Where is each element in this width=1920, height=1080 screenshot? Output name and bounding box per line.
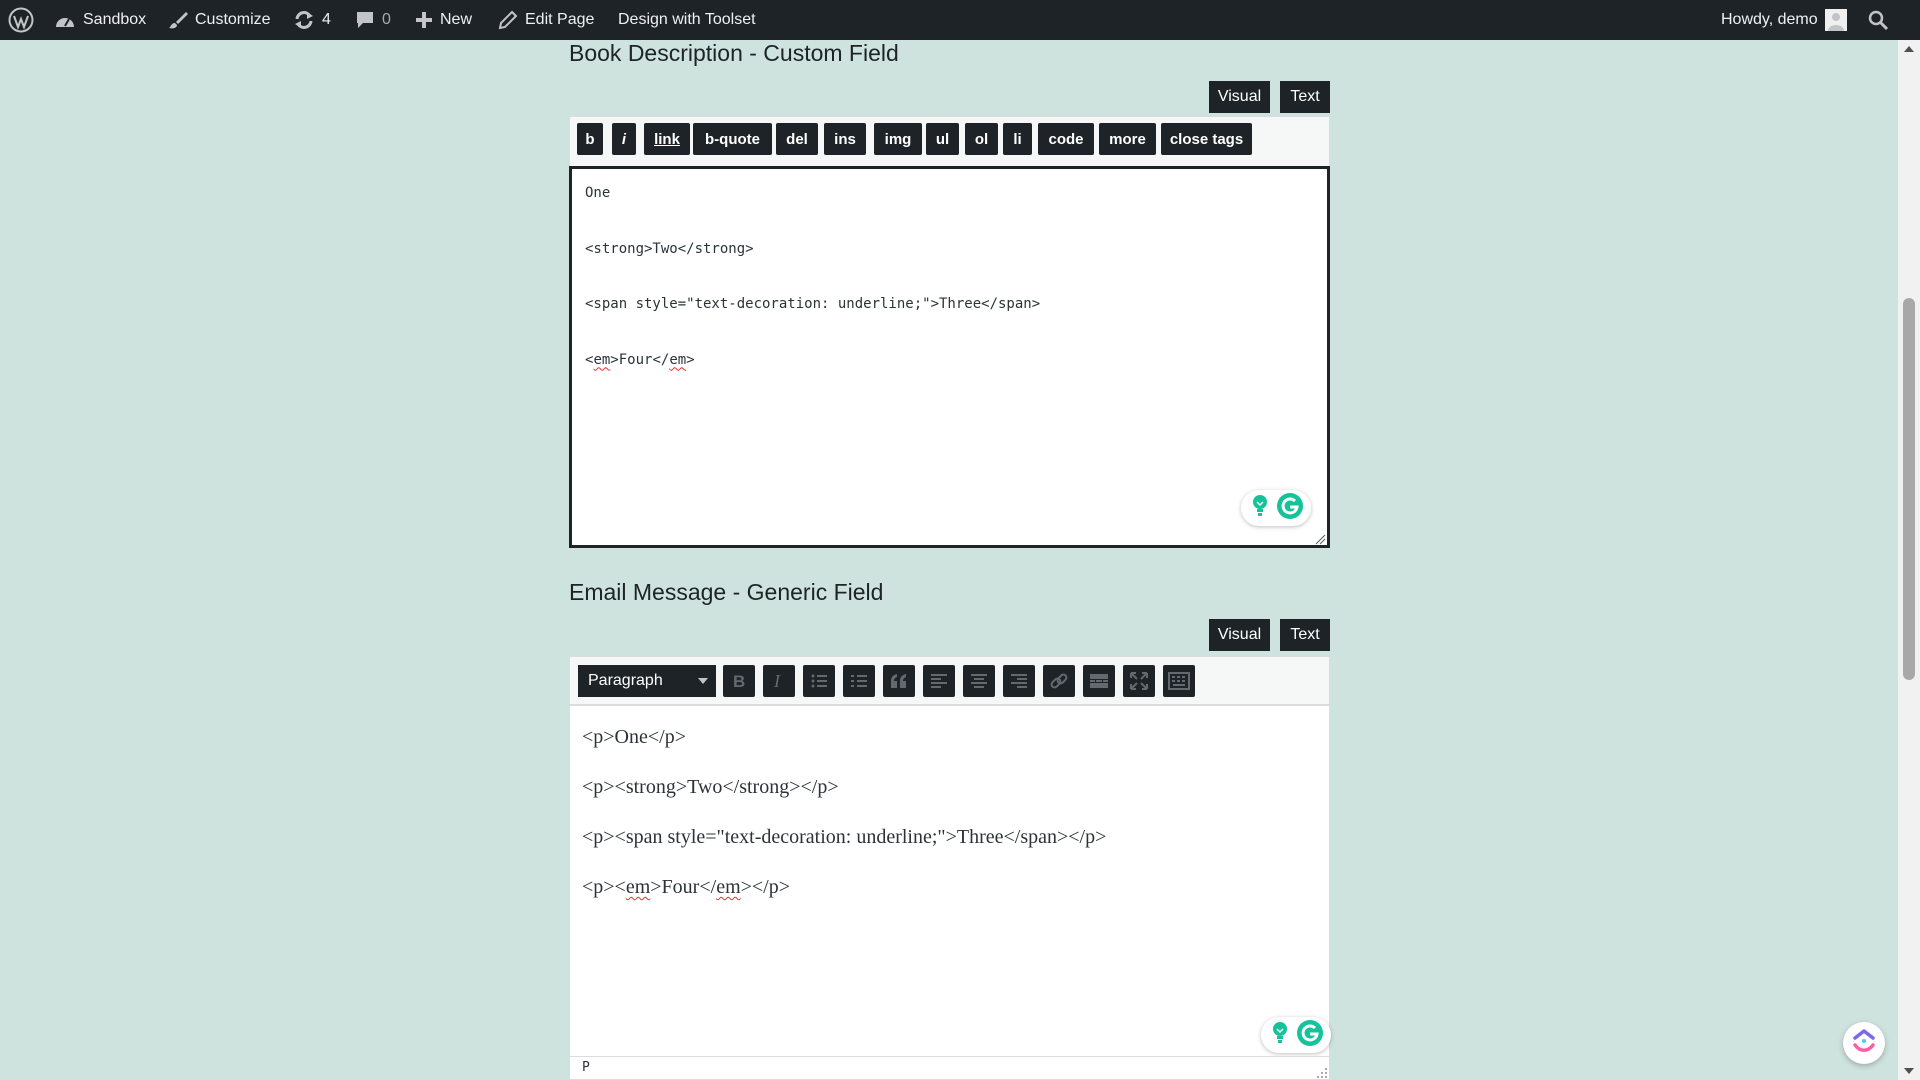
email-line-1: <p>One</p>: [582, 726, 686, 748]
pencil-icon: [498, 10, 518, 30]
bulleted-list-icon[interactable]: [803, 665, 835, 697]
qt-ol-button[interactable]: ol: [965, 123, 998, 155]
plus-icon: [415, 11, 433, 29]
email-line-2: <p><strong>Two</strong></p>: [582, 776, 839, 798]
grammarly-widget[interactable]: [1261, 1017, 1331, 1053]
dashboard-icon: [54, 11, 76, 29]
email-message-editor[interactable]: <p>One</p> <p><strong>Two</strong></p> <…: [569, 706, 1330, 1056]
quicktags-toolbar: b i link b-quote del ins img ul ol li co…: [569, 116, 1330, 166]
spelling-error: em: [625, 876, 651, 898]
toolset-label: Design with Toolset: [618, 11, 756, 28]
updates-icon: [293, 10, 315, 30]
book-line-2: <strong>Two</strong>: [585, 240, 754, 257]
wordpress-logo-icon[interactable]: [8, 0, 34, 40]
grammarly-icon: [1276, 492, 1304, 525]
italic-icon[interactable]: I: [763, 665, 795, 697]
scroll-up-arrow-icon[interactable]: [1904, 46, 1914, 52]
my-account-menu[interactable]: Howdy, demo: [1721, 0, 1847, 40]
toolbar-toggle-icon[interactable]: [1163, 665, 1195, 697]
book-line-3: <span style="text-decoration: underline;…: [585, 296, 1041, 312]
format-select-value: Paragraph: [588, 672, 663, 689]
book-line-4: <em>Four</em>: [585, 351, 695, 368]
textarea-resize-handle[interactable]: [1314, 532, 1326, 545]
svg-text:I: I: [773, 672, 781, 690]
chevron-down-icon: [698, 678, 708, 684]
admin-bar: Sandbox Customize 4 0 New Edit Page Desi…: [0, 0, 1920, 40]
svg-text:B: B: [733, 672, 745, 690]
avatar: [1824, 9, 1847, 31]
new-label: New: [440, 11, 473, 28]
lightbulb-icon: [1249, 493, 1271, 524]
email-line-4: <p><em>Four</em></p>: [582, 876, 791, 898]
book-line-1: One: [585, 185, 611, 201]
edit-page-label: Edit Page: [525, 11, 595, 28]
search-icon[interactable]: [1867, 0, 1889, 40]
new-content-menu[interactable]: New: [415, 0, 472, 40]
qt-close-tags-button[interactable]: close tags: [1161, 123, 1252, 155]
site-name-label: Sandbox: [83, 11, 147, 28]
greeting-label: Howdy, demo: [1721, 11, 1818, 28]
grammarly-widget[interactable]: [1241, 490, 1311, 526]
toolset-link[interactable]: Design with Toolset: [618, 0, 756, 40]
comments-count: 0: [382, 11, 391, 28]
grammarly-icon: [1296, 1019, 1324, 1052]
page-scrollbar[interactable]: [1898, 40, 1920, 1080]
email-message-heading: Email Message - Generic Field: [569, 579, 884, 605]
qt-bold-button[interactable]: b: [577, 123, 603, 155]
numbered-list-icon[interactable]: [843, 665, 875, 697]
qt-more-button[interactable]: more: [1099, 123, 1156, 155]
book-description-heading: Book Description - Custom Field: [569, 40, 899, 66]
scroll-down-arrow-icon[interactable]: [1904, 1068, 1914, 1074]
editor-resize-handle[interactable]: [1316, 1066, 1328, 1078]
comment-icon: [355, 10, 375, 30]
spelling-error: em: [716, 876, 741, 898]
qt-img-button[interactable]: img: [874, 123, 922, 155]
clickup-logo-icon: [1851, 1028, 1877, 1059]
comments-link[interactable]: 0: [355, 0, 391, 40]
fullscreen-icon[interactable]: [1123, 665, 1155, 697]
customize-label: Customize: [195, 11, 271, 28]
blockquote-icon[interactable]: [883, 665, 915, 697]
book-visual-tab[interactable]: Visual: [1209, 81, 1270, 113]
scrollbar-thumb[interactable]: [1903, 298, 1915, 680]
qt-blockquote-button[interactable]: b-quote: [693, 123, 772, 155]
clickup-launcher-button[interactable]: [1843, 1022, 1885, 1064]
updates-link[interactable]: 4: [293, 0, 331, 40]
qt-ul-button[interactable]: ul: [926, 123, 959, 155]
editor-status-bar: P: [569, 1056, 1330, 1080]
bold-icon[interactable]: B: [723, 665, 755, 697]
customize-link[interactable]: Customize: [168, 0, 271, 40]
visual-editor-toolbar: Paragraph B I: [569, 656, 1330, 706]
format-select[interactable]: Paragraph: [578, 665, 716, 697]
updates-count: 4: [322, 11, 331, 28]
lightbulb-icon: [1269, 1020, 1291, 1051]
edit-page-link[interactable]: Edit Page: [498, 0, 594, 40]
book-text-tab[interactable]: Text: [1280, 81, 1330, 113]
spelling-error: em: [593, 351, 611, 368]
qt-li-button[interactable]: li: [1003, 123, 1032, 155]
email-line-3: <p><span style="text-decoration: underli…: [582, 826, 1107, 848]
qt-code-button[interactable]: code: [1038, 123, 1094, 155]
link-icon[interactable]: [1043, 665, 1075, 697]
qt-link-button[interactable]: link: [644, 123, 690, 155]
qt-italic-button[interactable]: i: [612, 123, 636, 155]
align-right-icon[interactable]: [1003, 665, 1035, 697]
book-description-textarea[interactable]: One <strong>Two</strong> <span style="te…: [569, 166, 1330, 548]
qt-del-button[interactable]: del: [776, 123, 818, 155]
qt-ins-button[interactable]: ins: [824, 123, 866, 155]
align-center-icon[interactable]: [963, 665, 995, 697]
brush-icon: [168, 10, 188, 30]
read-more-icon[interactable]: [1083, 665, 1115, 697]
email-text-tab[interactable]: Text: [1280, 619, 1330, 651]
element-path[interactable]: P: [582, 1060, 590, 1075]
site-name-menu[interactable]: Sandbox: [54, 0, 146, 40]
spelling-error: em: [669, 351, 687, 368]
align-left-icon[interactable]: [923, 665, 955, 697]
email-visual-tab[interactable]: Visual: [1209, 619, 1270, 651]
